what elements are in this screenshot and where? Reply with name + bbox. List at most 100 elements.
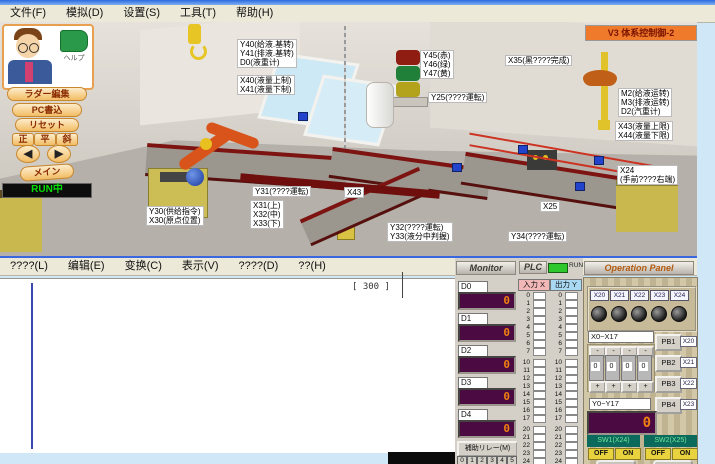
scene-device-label-line: X44(液量下限) [618, 131, 670, 140]
plc-y-number: 11 [550, 367, 562, 374]
crane-hook-icon [598, 120, 610, 130]
plc-y-number: 21 [550, 434, 562, 441]
toggle-switch-knob[interactable] [651, 306, 667, 322]
blue-marker [518, 145, 528, 154]
scene-device-label: Y32(????運転)Y33(液分中判握) [387, 222, 453, 242]
plc-input-header: 入力 X [518, 279, 550, 291]
menu-item[interactable]: 工具(T) [170, 5, 226, 22]
plc-y-number: 15 [550, 399, 562, 406]
digit-plus-button[interactable]: + [605, 381, 622, 393]
view-angle-button[interactable]: 平 [34, 133, 56, 146]
push-button[interactable]: PB4 [655, 397, 682, 414]
plc-y-number: 23 [550, 450, 562, 457]
toggle-switch-knob[interactable] [631, 306, 647, 322]
toggle-switch-knob[interactable] [671, 306, 687, 322]
menu-item[interactable]: ????(L) [0, 258, 58, 275]
left-panel-button[interactable]: ラダー編集 [7, 87, 87, 101]
plc-y-lamp [565, 367, 578, 375]
monitor-page-tab[interactable]: 3 [487, 456, 497, 464]
digit-switch-value: 0 [607, 362, 616, 371]
scene-device-label-line: Y47(黄) [423, 69, 451, 78]
digit-plus-button[interactable]: + [637, 381, 654, 393]
scene-device-label-line: X41(液量下制) [240, 85, 292, 94]
toggle-switch-knob[interactable] [591, 306, 607, 322]
scene-device-label-line: Y33(液分中判握) [390, 232, 450, 241]
toggle-switch-label: X24 [670, 290, 689, 301]
scene-device-label-line: X43 [347, 188, 361, 197]
plc-x-lamp [533, 426, 546, 434]
monitor-device-value: 0 [458, 324, 516, 342]
view-angle-button[interactable]: 正 [12, 133, 34, 146]
scene-device-label: X43(液量上限)X44(液量下限) [615, 121, 673, 141]
plc-x-lamp [533, 308, 546, 316]
menu-item[interactable]: 帮助(H) [226, 5, 283, 22]
push-button[interactable]: PB1 [655, 334, 682, 351]
plc-y-number: 6 [550, 340, 562, 347]
help-book-icon [60, 30, 88, 52]
scene-device-label-line: X35(黑????完成) [508, 56, 569, 65]
scene-device-label: Y30(供给指令)X30(原点位置) [146, 206, 204, 226]
push-button-device: X21 [680, 357, 697, 368]
blue-marker [452, 163, 462, 172]
next-arrow-button[interactable]: ▶ [47, 145, 71, 163]
scene-device-label-line: X33(下) [253, 219, 281, 228]
toggle-switch-knob[interactable] [611, 306, 627, 322]
glasses-icon [29, 43, 39, 53]
menu-item[interactable]: ??(H) [288, 258, 336, 275]
menu-item[interactable]: 设置(S) [113, 5, 170, 22]
digit-plus-button[interactable]: + [589, 381, 606, 393]
ladder-cursor [402, 272, 403, 298]
scene-device-label-line: M2(给液运转) [621, 89, 669, 98]
menu-item[interactable]: 变换(C) [115, 258, 172, 275]
rotary-switch-knob[interactable] [596, 460, 636, 464]
plc-x-lamp [533, 300, 546, 308]
plc-x-lamp [533, 340, 546, 348]
plc-y-lamp [565, 391, 578, 399]
menu-item[interactable]: 表示(V) [172, 258, 229, 275]
menu-item[interactable]: ????(D) [229, 258, 289, 275]
scene-device-label: X31(上)X32(中)X33(下) [250, 200, 284, 229]
scene-device-label: X43 [344, 187, 364, 198]
plc-x-lamp [533, 434, 546, 442]
monitor-page-tab[interactable]: 2 [477, 456, 487, 464]
plc-y-lamp [565, 450, 578, 458]
rotary-switch-off-label: OFF [588, 448, 614, 460]
aux-relay-button[interactable]: 補助リレー(M) [457, 441, 518, 457]
monitor-device-value: 0 [458, 388, 516, 406]
plc-y-lamp [565, 399, 578, 407]
monitor-page-tab[interactable]: 4 [497, 456, 507, 464]
plc-x-number: 22 [518, 442, 530, 449]
digit-plus-button[interactable]: + [621, 381, 638, 393]
menu-item[interactable]: 编辑(E) [58, 258, 115, 275]
drum-yellow [396, 82, 420, 97]
monitor-page-tab[interactable]: 5 [507, 456, 517, 464]
plc-y-lamp [565, 383, 578, 391]
push-button[interactable]: PB3 [655, 376, 682, 393]
rotary-switch-knob[interactable] [653, 460, 693, 464]
plc-y-number: 10 [550, 359, 562, 366]
monitor-device-value: 0 [458, 356, 516, 374]
plc-x-lamp [533, 399, 546, 407]
scene-device-label-line: X25 [543, 202, 557, 211]
plc-y-number: 16 [550, 407, 562, 414]
help-book-label: ヘルプ [60, 53, 88, 62]
monitor-page-tab[interactable]: 1 [467, 456, 477, 464]
plc-x-number: 1 [518, 300, 530, 307]
simulation-3d-view[interactable]: V3 体系控制御-2 Y40(给液.基转)Y41(排液.基转)D0(液重计)X4… [0, 22, 697, 258]
plc-x-number: 17 [518, 415, 530, 422]
scene-device-label-line: Y34(????運転) [511, 232, 564, 241]
app-window: 文件(F)模拟(D)设置(S)工具(T)帮助(H) [0, 0, 715, 464]
menu-item[interactable]: 文件(F) [0, 5, 56, 22]
plc-x-lamp [533, 391, 546, 399]
ladder-edit-area[interactable]: [ 300 ] [0, 278, 456, 453]
plc-x-number: 14 [518, 391, 530, 398]
monitor-page-tab[interactable]: 0 [457, 456, 467, 464]
menu-item[interactable]: 模拟(D) [56, 5, 113, 22]
prev-arrow-button[interactable]: ◀ [16, 145, 40, 163]
plc-panel: PLC RUN 入力 X 出力 Y 0011223344556677101011… [517, 258, 583, 464]
push-button[interactable]: PB2 [655, 355, 682, 372]
left-panel-button[interactable]: PC書込 [12, 103, 82, 117]
left-panel-button[interactable]: リセット [15, 118, 79, 132]
plc-x-number: 3 [518, 316, 530, 323]
push-button-device: X23 [680, 399, 697, 410]
